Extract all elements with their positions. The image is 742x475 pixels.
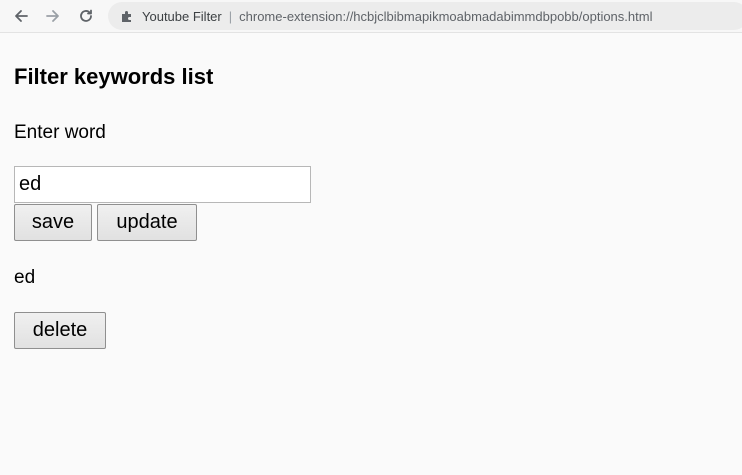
puzzle-piece-icon: [120, 9, 134, 23]
arrow-left-icon: [15, 10, 28, 22]
word-input[interactable]: [14, 166, 311, 203]
keyword-item: ed: [14, 267, 36, 288]
url-text[interactable]: chrome-extension://hcbjclbibmapikmoabmad…: [239, 9, 652, 24]
input-label: Enter word: [14, 122, 106, 143]
reload-icon: [80, 9, 92, 22]
save-button[interactable]: save: [14, 204, 92, 241]
site-name: Youtube Filter: [142, 8, 222, 24]
address-bar[interactable]: Youtube Filter | chrome-extension://hcbj…: [108, 2, 742, 30]
arrow-right-icon: [46, 10, 59, 22]
back-button[interactable]: [10, 5, 32, 27]
page-title: Filter keywords list: [14, 64, 214, 89]
delete-button[interactable]: delete: [14, 312, 106, 349]
browser-toolbar: Youtube Filter | chrome-extension://hcbj…: [0, 0, 742, 33]
forward-button[interactable]: [42, 5, 64, 27]
update-button[interactable]: update: [97, 204, 197, 241]
reload-button[interactable]: [75, 5, 97, 27]
address-separator: |: [228, 8, 233, 24]
